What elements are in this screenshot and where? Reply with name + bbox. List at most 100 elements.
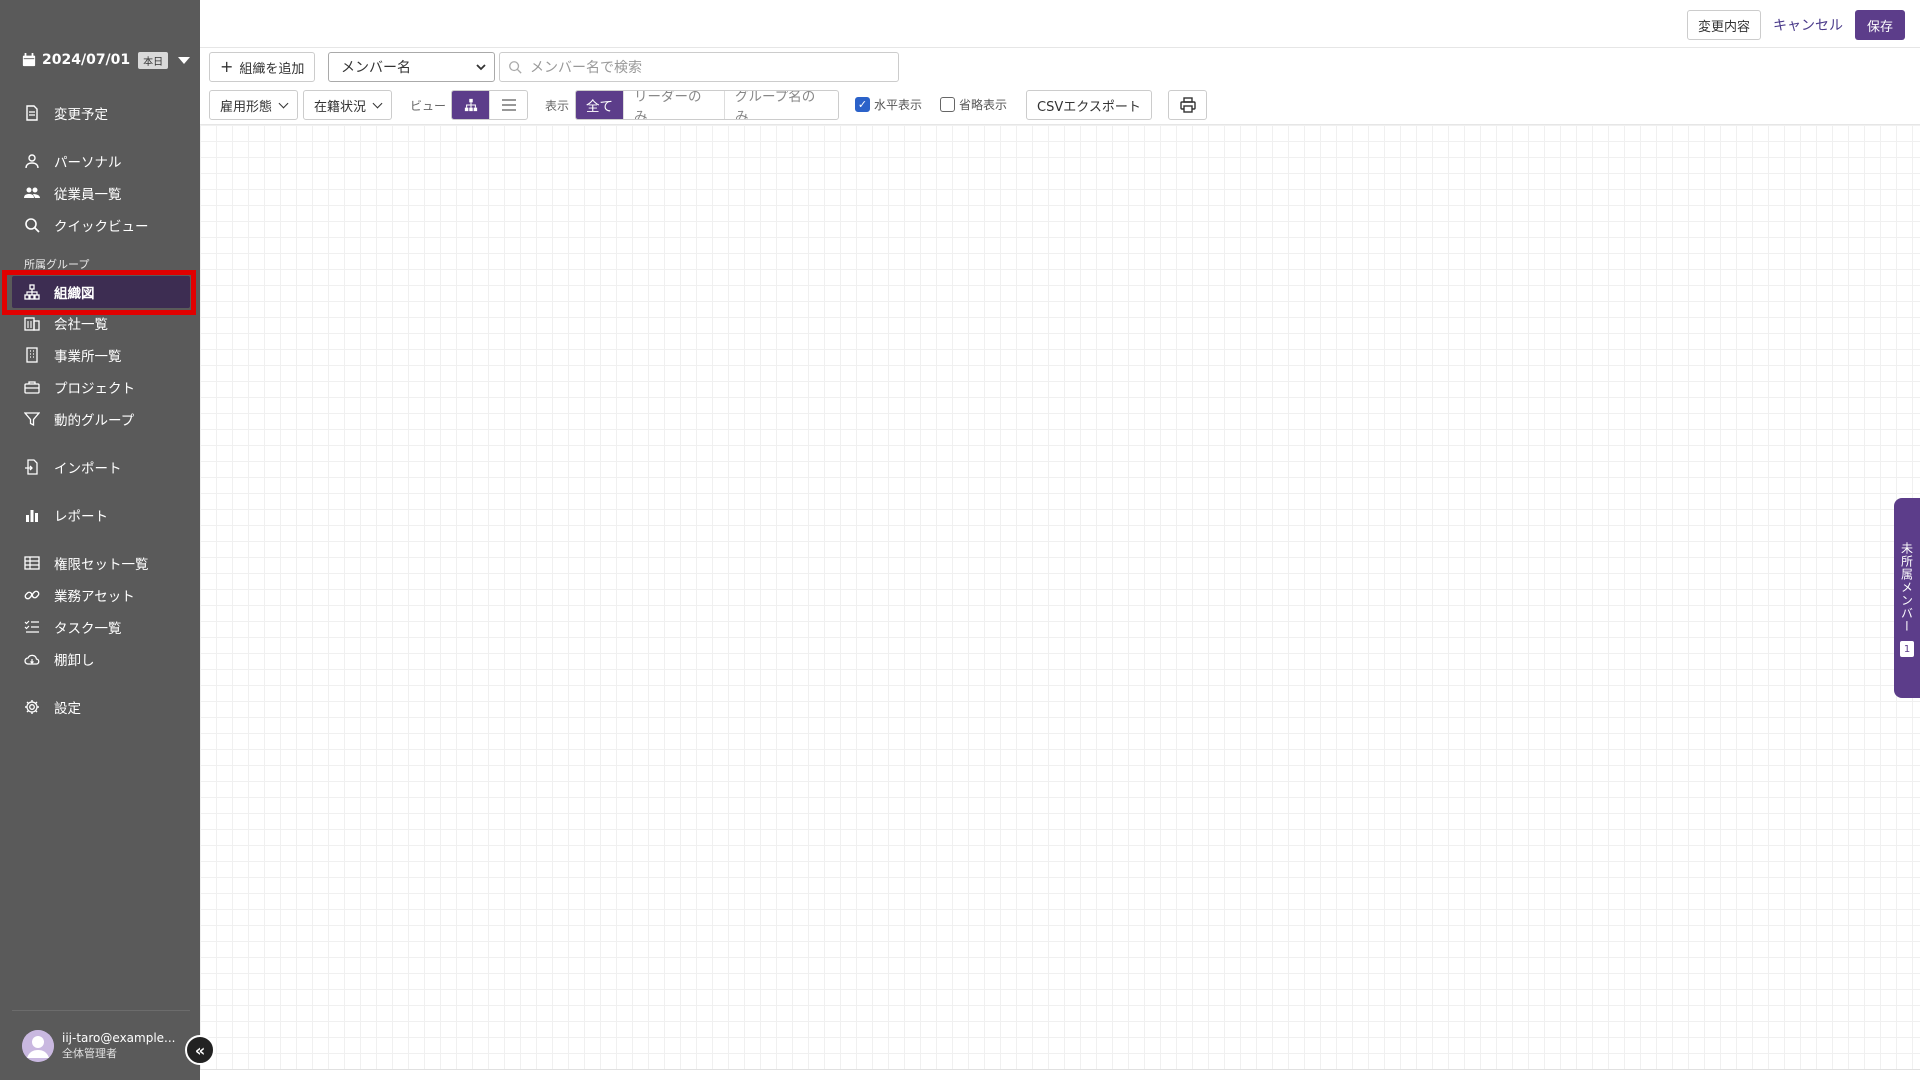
member-select-value: メンバー名 bbox=[341, 60, 411, 76]
employment-type-dropdown[interactable]: 雇用形態 bbox=[209, 90, 299, 120]
changes-button[interactable]: 変更内容 bbox=[1686, 10, 1761, 40]
sidebar-item-projects[interactable]: プロジェクト bbox=[12, 372, 190, 402]
save-button[interactable]: 保存 bbox=[1854, 10, 1905, 40]
view-list-button[interactable] bbox=[490, 91, 527, 119]
chevron-down-icon bbox=[278, 98, 289, 108]
display-group-names-button[interactable]: グループ名のみ bbox=[725, 91, 838, 119]
sidebar-item-employees[interactable]: 従業員一覧 bbox=[12, 178, 190, 208]
sidebar-item-companies[interactable]: 会社一覧 bbox=[12, 308, 190, 338]
sidebar-item-inventory[interactable]: 棚卸し bbox=[12, 644, 190, 674]
sidebar-item-label: レポート bbox=[54, 509, 108, 525]
sidebar-item-permission-sets[interactable]: 権限セット一覧 bbox=[12, 548, 190, 578]
display-filter: 全て リーダーのみ グループ名のみ bbox=[575, 90, 839, 120]
sidebar-item-label: 権限セット一覧 bbox=[54, 557, 149, 573]
org-chart-icon bbox=[464, 98, 477, 112]
sidebar-item-tasks[interactable]: タスク一覧 bbox=[12, 612, 190, 642]
sidebar-item-label: 設定 bbox=[54, 701, 81, 717]
checkbox-checked-icon: ✓ bbox=[855, 97, 870, 112]
search-icon bbox=[509, 61, 522, 74]
document-icon bbox=[26, 105, 38, 121]
sidebar-item-import[interactable]: インポート bbox=[12, 452, 190, 482]
sidebar-item-personal[interactable]: パーソナル bbox=[12, 146, 190, 176]
sidebar-item-settings[interactable]: 設定 bbox=[12, 692, 190, 722]
person-icon bbox=[25, 154, 39, 169]
task-list-icon bbox=[24, 620, 39, 633]
abbrev-display-label: 省略表示 bbox=[959, 98, 1008, 112]
filter-icon bbox=[24, 412, 40, 427]
sidebar-item-label: インポート bbox=[54, 461, 122, 477]
unassigned-count-badge: 1 bbox=[1900, 641, 1914, 657]
sidebar-item-label: プロジェクト bbox=[54, 381, 135, 397]
cancel-button[interactable]: キャンセル bbox=[1773, 15, 1843, 35]
building-icon bbox=[24, 317, 40, 331]
print-button[interactable] bbox=[1168, 90, 1207, 120]
import-icon bbox=[25, 459, 38, 475]
user-role: 全体管理者 bbox=[62, 1046, 117, 1060]
sidebar-item-reports[interactable]: レポート bbox=[12, 500, 190, 530]
view-label: ビュー bbox=[410, 99, 447, 113]
user-profile[interactable]: iij-taro@example... 全体管理者 bbox=[12, 1010, 190, 1080]
sidebar-item-label: 棚卸し bbox=[54, 653, 95, 669]
list-icon bbox=[501, 99, 516, 111]
search-input[interactable]: メンバー名で検索 bbox=[499, 52, 899, 82]
sidebar-item-label: 事業所一覧 bbox=[54, 349, 122, 365]
office-icon bbox=[26, 347, 38, 363]
sidebar-item-label: 動的グループ bbox=[54, 413, 135, 429]
chevron-down-icon bbox=[372, 98, 383, 108]
org-chart-canvas[interactable] bbox=[200, 124, 1920, 1070]
plus-icon: + bbox=[220, 57, 234, 76]
add-org-label: 組織を追加 bbox=[239, 61, 305, 77]
csv-export-button[interactable]: CSVエクスポート bbox=[1026, 90, 1152, 120]
sidebar-item-label: 変更予定 bbox=[54, 107, 108, 123]
briefcase-icon bbox=[24, 381, 40, 394]
avatar bbox=[22, 1029, 54, 1062]
sidebar-item-business-assets[interactable]: 業務アセット bbox=[12, 580, 190, 610]
search-placeholder: メンバー名で検索 bbox=[530, 60, 642, 76]
chevron-down-icon[interactable] bbox=[178, 56, 191, 64]
view-org-chart-button[interactable] bbox=[452, 91, 490, 119]
add-org-button[interactable]: + 組織を追加 bbox=[209, 52, 316, 82]
topbar-actions: 変更内容 キャンセル 保存 bbox=[1686, 10, 1905, 40]
date-selector[interactable]: 2024/07/01 本日 bbox=[22, 50, 191, 70]
user-email: iij-taro@example... bbox=[62, 1030, 176, 1045]
sidebar-item-org-chart[interactable]: 組織図 bbox=[12, 276, 190, 308]
divider bbox=[200, 47, 1920, 48]
checkbox-unchecked-icon bbox=[940, 97, 955, 112]
unassigned-members-label: 未所属メンバー bbox=[1899, 542, 1914, 633]
sidebar-item-label: 組織図 bbox=[54, 286, 95, 302]
status-dropdown[interactable]: 在籍状況 bbox=[303, 90, 393, 120]
collapse-sidebar-button[interactable]: « bbox=[185, 1035, 215, 1065]
printer-icon bbox=[1179, 97, 1196, 113]
display-all-button[interactable]: 全て bbox=[576, 91, 624, 119]
employment-type-label: 雇用形態 bbox=[220, 99, 273, 115]
member-select[interactable]: メンバー名 bbox=[328, 52, 495, 82]
display-leaders-button[interactable]: リーダーのみ bbox=[624, 91, 725, 119]
search-icon bbox=[25, 218, 40, 233]
sidebar: 2024/07/01 本日 変更予定 パーソナル 従業員一覧 クイックビュー 所… bbox=[0, 0, 200, 1080]
link-icon bbox=[24, 590, 40, 600]
sidebar-item-offices[interactable]: 事業所一覧 bbox=[12, 340, 190, 370]
sidebar-item-label: 会社一覧 bbox=[54, 317, 108, 333]
unassigned-members-tab[interactable]: 未所属メンバー 1 bbox=[1894, 498, 1920, 698]
cloud-icon bbox=[24, 654, 40, 665]
horizontal-display-checkbox[interactable]: ✓ 水平表示 bbox=[855, 96, 922, 113]
calendar-icon bbox=[22, 53, 36, 67]
sidebar-item-quickview[interactable]: クイックビュー bbox=[12, 210, 190, 240]
sidebar-item-label: パーソナル bbox=[54, 155, 122, 171]
sidebar-item-label: 従業員一覧 bbox=[54, 187, 122, 203]
today-badge[interactable]: 本日 bbox=[138, 51, 169, 69]
grid-icon bbox=[24, 556, 40, 570]
date-value: 2024/07/01 bbox=[42, 52, 131, 68]
view-toggle bbox=[451, 90, 528, 120]
section-label: 所属グループ bbox=[24, 258, 90, 271]
horizontal-display-label: 水平表示 bbox=[874, 98, 923, 112]
gear-icon bbox=[25, 700, 39, 714]
sidebar-item-change-schedule[interactable]: 変更予定 bbox=[12, 98, 190, 128]
chevron-down-icon bbox=[476, 64, 486, 71]
org-chart-icon bbox=[24, 284, 40, 300]
sidebar-item-label: 業務アセット bbox=[54, 589, 135, 605]
abbrev-display-checkbox[interactable]: 省略表示 bbox=[940, 96, 1007, 113]
sidebar-item-label: クイックビュー bbox=[54, 219, 149, 235]
double-chevron-left-icon: « bbox=[194, 1040, 206, 1060]
sidebar-item-dynamic-groups[interactable]: 動的グループ bbox=[12, 404, 190, 434]
